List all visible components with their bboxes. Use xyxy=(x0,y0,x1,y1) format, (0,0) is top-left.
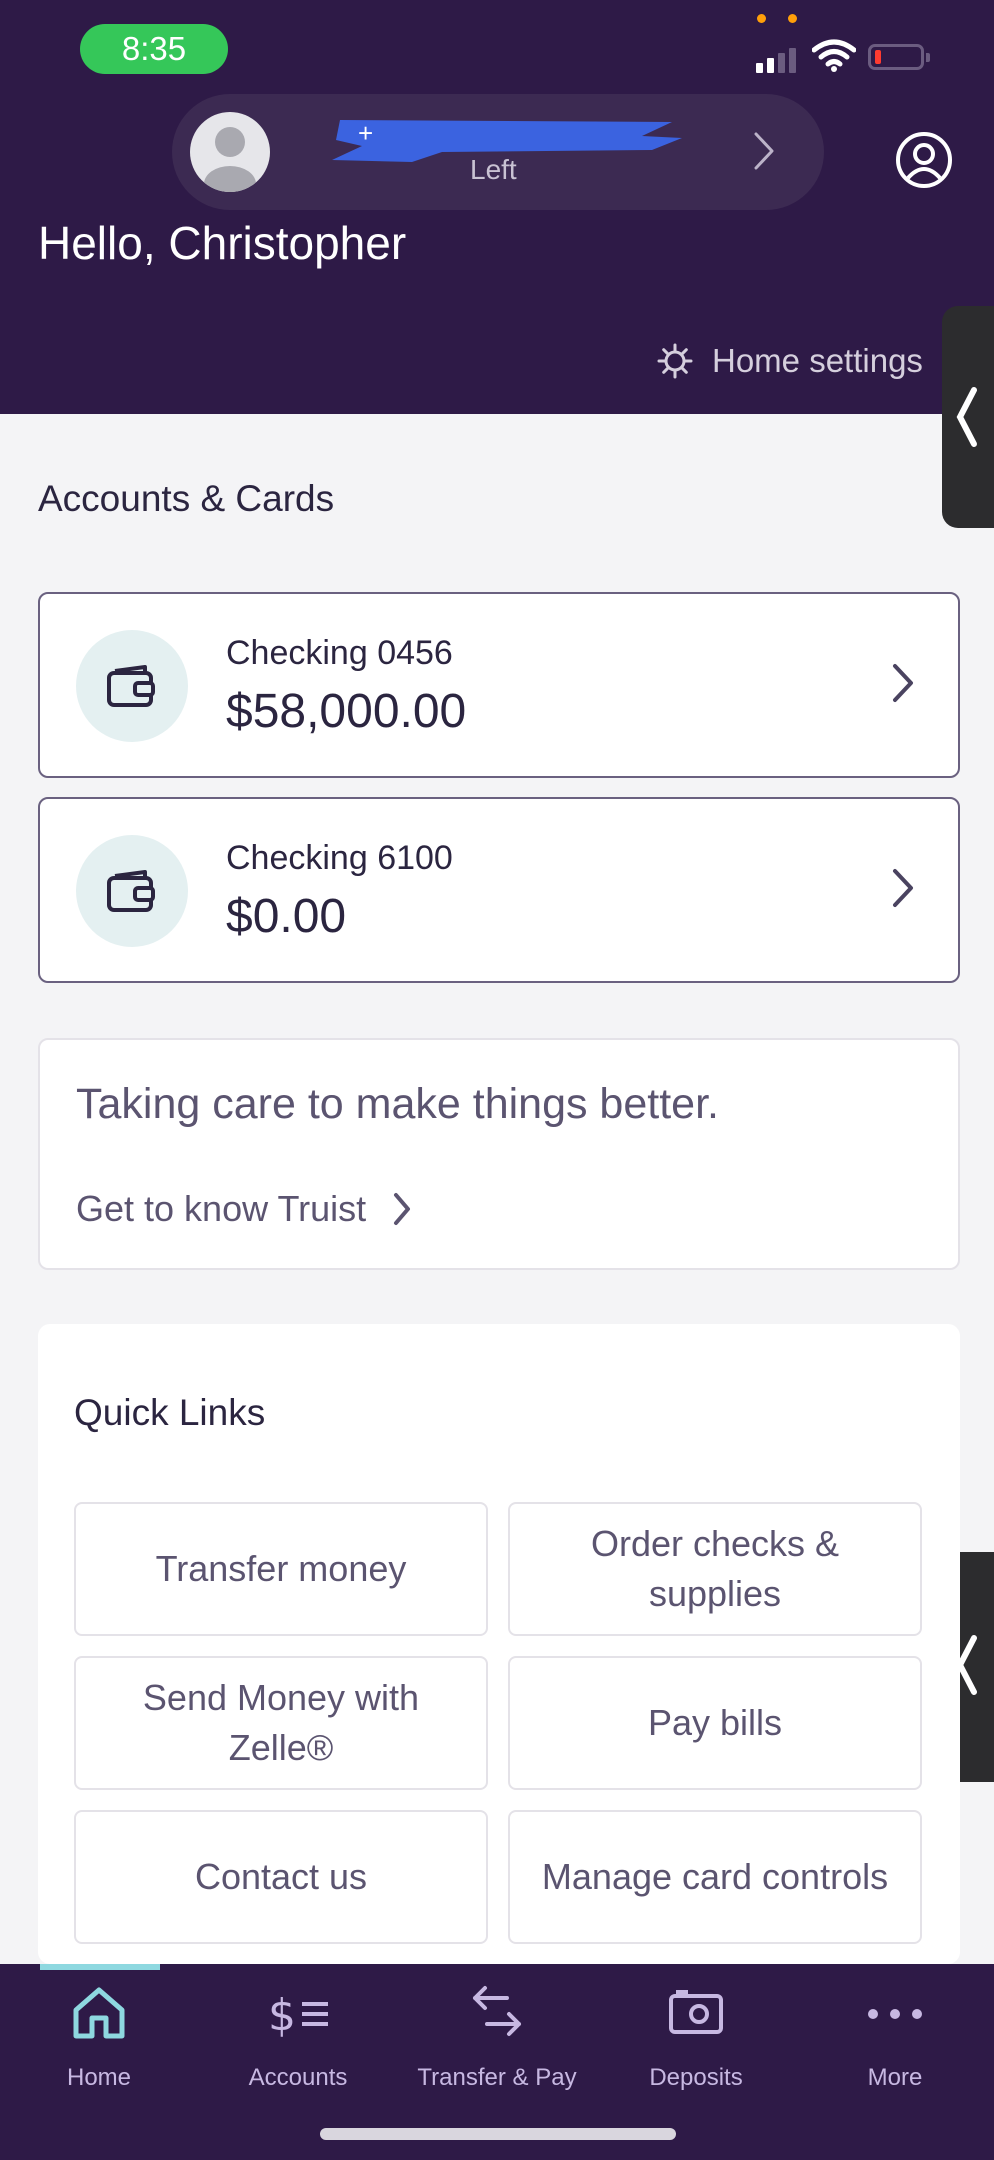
get-to-know-truist-link[interactable]: Get to know Truist xyxy=(76,1188,412,1230)
chevron-right-icon xyxy=(893,664,913,702)
accounts-section-title: Accounts & Cards xyxy=(38,478,335,519)
privacy-indicator-icon xyxy=(757,14,797,23)
account-icon-badge xyxy=(76,630,188,742)
tab-label: Home xyxy=(66,2064,132,2091)
user-silhouette-icon xyxy=(204,127,256,192)
wallet-icon xyxy=(107,870,155,912)
quick-links-panel: Quick Links Transfer money Order checks … xyxy=(38,1324,960,1964)
account-switcher-subtitle: Left xyxy=(470,154,517,185)
quick-link-manage-card-controls[interactable]: Manage card controls xyxy=(508,1810,922,1944)
svg-text:$: $ xyxy=(268,1990,296,2041)
account-card[interactable]: Checking 0456 $58,000.00 xyxy=(38,592,960,778)
quick-link-pay-bills[interactable]: Pay bills xyxy=(508,1656,922,1790)
wifi-icon xyxy=(812,39,856,72)
quick-links-title: Quick Links xyxy=(74,1392,266,1433)
quick-link-transfer-money[interactable]: Transfer money xyxy=(74,1502,488,1636)
promo-text: Taking care to make things better. xyxy=(76,1080,719,1128)
profile-icon[interactable] xyxy=(894,130,954,190)
home-settings-button[interactable]: Home settings xyxy=(656,342,946,380)
home-indicator xyxy=(320,2128,676,2140)
signal-icon xyxy=(756,48,796,73)
active-tab-indicator xyxy=(40,1964,160,1970)
chevron-right-icon xyxy=(394,1193,411,1225)
side-panel-handle[interactable] xyxy=(942,306,994,528)
camera-check-icon xyxy=(669,1990,723,2034)
tab-label: Deposits xyxy=(649,2064,743,2091)
tab-accounts[interactable]: $ Accounts xyxy=(200,1984,396,2104)
avatar xyxy=(190,112,270,192)
wallet-icon xyxy=(107,665,155,707)
tab-label: More xyxy=(867,2064,923,2091)
tab-more[interactable]: More xyxy=(797,1984,993,2104)
tab-label: Transfer & Pay xyxy=(417,2064,577,2091)
chevron-right-icon xyxy=(754,132,774,170)
account-name: Checking 6100 xyxy=(226,839,453,877)
battery-icon xyxy=(868,44,930,70)
quick-link-contact-us[interactable]: Contact us xyxy=(74,1810,488,1944)
account-prefix: + xyxy=(358,118,374,148)
dollar-list-icon: $ xyxy=(268,1990,328,2041)
account-icon-badge xyxy=(76,835,188,947)
promo-card: Taking care to make things better. Get t… xyxy=(38,1038,960,1270)
greeting: Hello, Christopher xyxy=(38,217,407,269)
promo-link-label: Get to know Truist xyxy=(76,1188,367,1229)
home-icon xyxy=(73,1987,125,2039)
chevron-right-icon xyxy=(893,869,913,907)
more-dots-icon xyxy=(868,2009,922,2019)
header: 8:35 + Left Hello, Christopher Home sett… xyxy=(0,0,994,414)
account-balance: $0.00 xyxy=(226,890,347,943)
transfer-arrows-icon xyxy=(473,1986,521,2036)
home-settings-label: Home settings xyxy=(712,342,923,379)
account-card[interactable]: Checking 6100 $0.00 xyxy=(38,797,960,983)
status-time: 8:35 xyxy=(80,24,228,74)
chevron-left-icon xyxy=(956,387,977,447)
quick-link-order-checks[interactable]: Order checks & supplies xyxy=(508,1502,922,1636)
account-name: Checking 0456 xyxy=(226,634,453,672)
tab-label: Accounts xyxy=(248,2064,348,2091)
tab-deposits[interactable]: Deposits xyxy=(598,1984,794,2104)
account-balance: $58,000.00 xyxy=(226,685,467,738)
quick-link-send-money-zelle[interactable]: Send Money with Zelle® xyxy=(74,1656,488,1790)
tab-transfer-pay[interactable]: Transfer & Pay xyxy=(399,1984,595,2104)
account-switcher[interactable]: + Left xyxy=(172,94,824,210)
gear-icon xyxy=(657,343,693,379)
tab-home[interactable]: Home xyxy=(1,1984,197,2104)
